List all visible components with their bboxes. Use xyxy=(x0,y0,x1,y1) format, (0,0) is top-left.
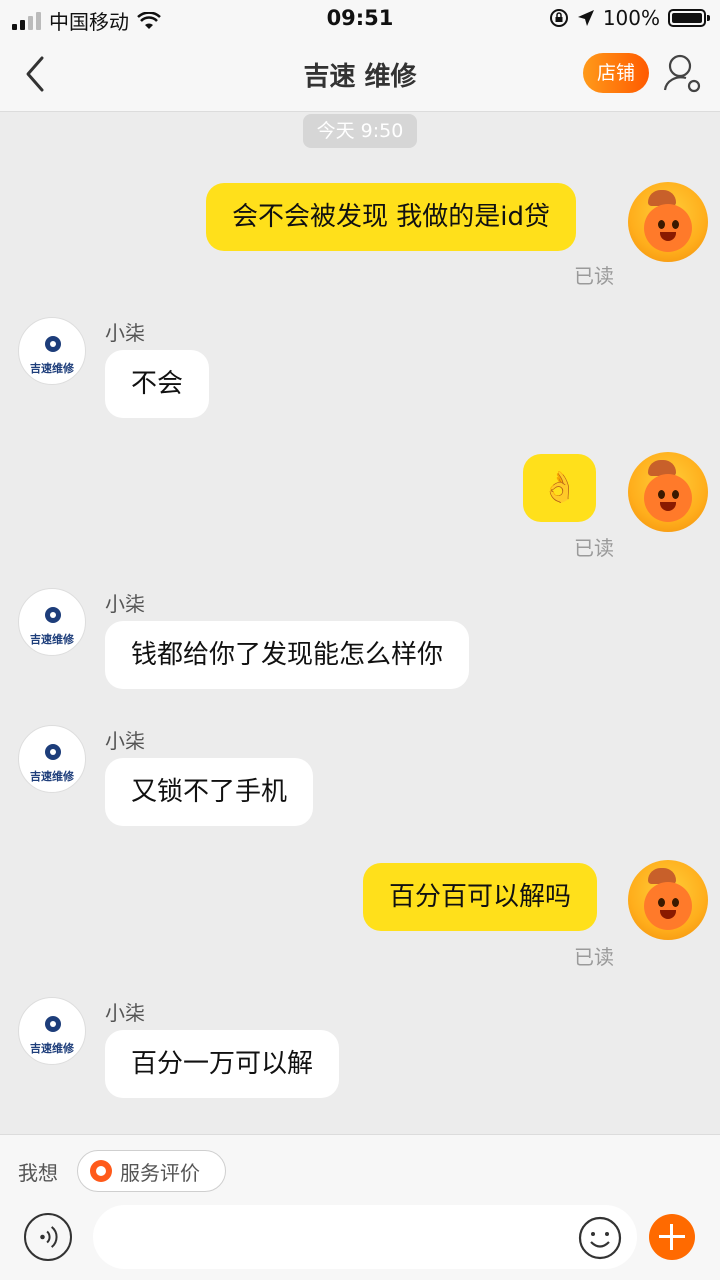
shop-avatar-label: 吉速维修 xyxy=(30,770,74,783)
shop-avatar[interactable]: 吉速维修 xyxy=(18,997,86,1065)
shop-avatar-label: 吉速维修 xyxy=(30,362,74,375)
gear-icon xyxy=(45,1016,61,1032)
read-status: 已读 xyxy=(574,536,614,560)
message-input[interactable] xyxy=(93,1205,637,1269)
message-bubble-out[interactable]: 会不会被发现 我做的是id贷 xyxy=(206,183,576,251)
my-avatar[interactable] xyxy=(628,182,708,262)
gear-icon xyxy=(45,744,61,760)
sender-name: 小柒 xyxy=(105,592,145,616)
emoji-icon[interactable] xyxy=(577,1215,623,1261)
user-settings-icon[interactable] xyxy=(662,52,702,96)
battery-icon xyxy=(668,9,710,27)
service-rating-button[interactable]: 服务评价 xyxy=(77,1150,226,1192)
message-bubble-in[interactable]: 钱都给你了发现能怎么样你 xyxy=(105,621,470,689)
message-bubble-in[interactable]: 不会 xyxy=(105,350,210,418)
shop-avatar[interactable]: 吉速维修 xyxy=(18,317,86,385)
shop-button[interactable]: 店铺 xyxy=(583,53,649,93)
shop-avatar[interactable]: 吉速维修 xyxy=(18,588,86,656)
shop-avatar-label: 吉速维修 xyxy=(30,633,74,646)
status-bar: 中国移动 09:51 100% xyxy=(0,0,720,36)
shop-avatar[interactable]: 吉速维修 xyxy=(18,725,86,793)
sender-name: 小柒 xyxy=(105,1001,145,1025)
bottom-bar: 我想 服务评价 xyxy=(0,1134,720,1280)
battery-percent: 100% xyxy=(602,6,660,30)
nav-bar: 吉速 维修 店铺 xyxy=(0,36,720,112)
chat-area[interactable]: 今天 9:50 会不会被发现 我做的是id贷 已读 吉速维修 小柒 不会 👌 已… xyxy=(0,112,720,1134)
location-arrow-icon xyxy=(577,10,594,26)
service-rating-label: 服务评价 xyxy=(120,1160,200,1185)
flower-icon xyxy=(90,1160,112,1182)
sender-name: 小柒 xyxy=(105,321,145,345)
message-bubble-out[interactable]: 👌 xyxy=(523,454,597,522)
shop-avatar-label: 吉速维修 xyxy=(30,1042,74,1055)
gear-icon xyxy=(45,336,61,352)
status-right: 100% xyxy=(549,6,710,30)
read-status: 已读 xyxy=(574,264,614,288)
message-bubble-out[interactable]: 百分百可以解吗 xyxy=(363,863,598,931)
add-icon[interactable] xyxy=(649,1214,695,1260)
rotation-lock-icon xyxy=(549,9,568,27)
chat-timestamp: 今天 9:50 xyxy=(303,114,417,148)
message-bubble-in[interactable]: 又锁不了手机 xyxy=(105,758,314,826)
sender-name: 小柒 xyxy=(105,729,145,753)
want-label: 我想 xyxy=(18,1161,58,1185)
my-avatar[interactable] xyxy=(628,860,708,940)
voice-icon[interactable] xyxy=(24,1213,72,1261)
read-status: 已读 xyxy=(574,945,614,969)
message-bubble-in[interactable]: 百分一万可以解 xyxy=(105,1030,340,1098)
my-avatar[interactable] xyxy=(628,452,708,532)
gear-icon xyxy=(45,607,61,623)
